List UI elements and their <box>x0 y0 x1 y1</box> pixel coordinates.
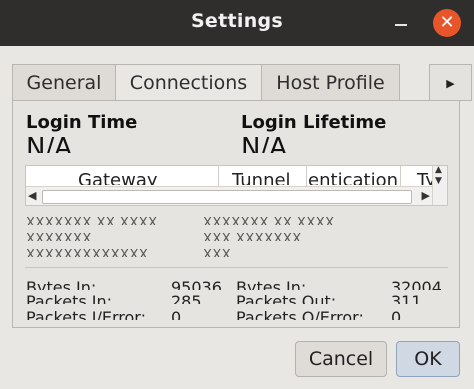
title-bar: Settings ✕ <box>0 0 474 46</box>
column-divider[interactable] <box>218 166 219 186</box>
cancel-button[interactable]: Cancel <box>295 341 387 377</box>
stat-value: 95036 <box>171 278 222 290</box>
blurred-text: XXXXXXX XX XXXX <box>203 217 335 225</box>
column-header-type[interactable]: Type <box>417 167 433 185</box>
tab-host-profile[interactable]: Host Profile <box>261 64 400 101</box>
minimize-icon <box>395 24 407 26</box>
scroll-down-icon[interactable]: ▼ <box>435 176 442 186</box>
tab-general[interactable]: General <box>12 64 116 101</box>
stat-label: Packets O/Error: <box>236 308 364 320</box>
login-time-value: N/A <box>26 135 72 153</box>
login-lifetime-label: Login Lifetime <box>241 112 387 133</box>
stat-label: Packets I/Error: <box>26 308 146 320</box>
stat-value: 311 <box>391 292 422 304</box>
tab-scroll-right-button[interactable]: ▶ <box>429 64 472 101</box>
login-time-label: Login Time <box>26 112 138 133</box>
vertical-scrollbar[interactable]: ▲ ▼ <box>432 166 447 205</box>
blurred-text: XXXXXXX <box>26 233 92 241</box>
stat-label: Packets Out: <box>236 292 337 304</box>
scroll-right-icon[interactable]: ▶ <box>422 189 430 202</box>
stat-label: Bytes In: <box>236 278 307 290</box>
stat-value: 0 <box>171 308 182 320</box>
blurred-text: XXXXXXXXXXXXX <box>26 249 149 257</box>
stat-label: Packets In: <box>26 292 113 304</box>
connections-table: Gateway Tunnel Authentication Type ◀ ▶ ▲… <box>25 165 448 206</box>
stat-label: Bytes In: <box>26 278 97 290</box>
stat-value: 32004 <box>391 278 442 290</box>
blurred-text: XXX XXXXXXX <box>203 233 302 241</box>
connections-panel: Login Time N/A Login Lifetime N/A Gatewa… <box>12 100 460 328</box>
column-header-tunnel[interactable]: Tunnel <box>232 167 306 185</box>
tab-bar: General Connections Host Profile ▶ <box>12 64 472 102</box>
blurred-text: XXXXXXX XX XXXX <box>26 217 158 225</box>
column-divider[interactable] <box>400 166 401 186</box>
close-button[interactable]: ✕ <box>433 9 461 37</box>
scroll-left-icon[interactable]: ◀ <box>28 189 36 202</box>
scroll-up-icon[interactable]: ▲ <box>435 166 442 175</box>
tab-connections[interactable]: Connections <box>115 64 262 102</box>
scrollbar-thumb[interactable] <box>42 190 412 204</box>
horizontal-scrollbar[interactable]: ◀ ▶ <box>26 186 433 205</box>
divider <box>25 267 448 268</box>
ok-button[interactable]: OK <box>396 341 460 377</box>
blurred-text: XXX <box>203 249 232 257</box>
close-icon: ✕ <box>439 12 455 33</box>
column-header-authentication[interactable]: Authentication <box>308 167 398 185</box>
column-divider[interactable] <box>306 166 307 186</box>
column-header-gateway[interactable]: Gateway <box>78 167 218 185</box>
stat-value: 285 <box>171 292 202 304</box>
chevron-right-icon: ▶ <box>446 77 455 90</box>
login-lifetime-value: N/A <box>241 135 287 153</box>
minimize-button[interactable] <box>390 12 412 34</box>
stat-value: 0 <box>391 308 402 320</box>
